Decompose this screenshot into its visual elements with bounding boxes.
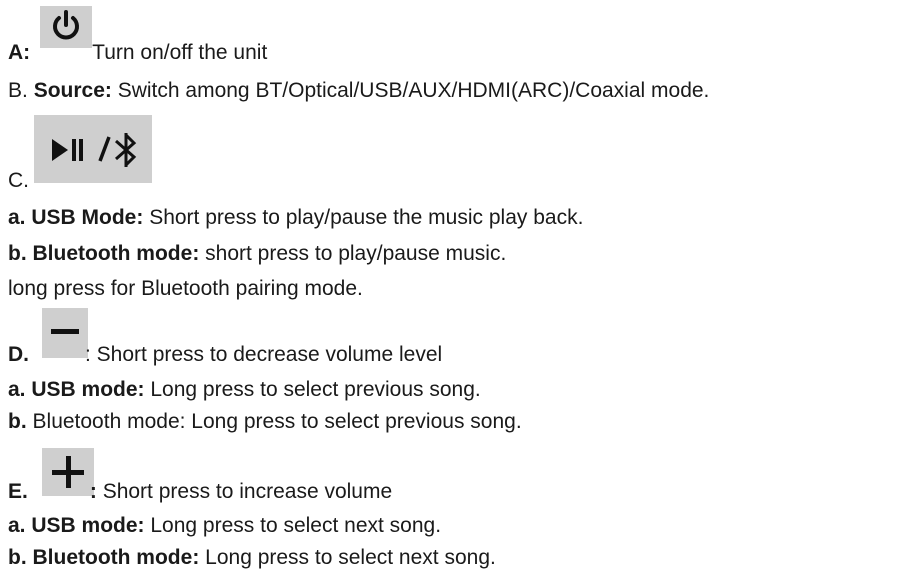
- section-b-prefix: B.: [8, 79, 28, 102]
- section-b-label: Source:: [33, 79, 112, 102]
- section-a-text: Turn on/off the unit: [92, 41, 268, 64]
- section-b-text: Switch among BT/Optical/USB/AUX/HDMI(ARC…: [117, 79, 710, 102]
- section-e-item-b-label: b. Bluetooth mode:: [8, 546, 200, 569]
- section-d-item-b-text: Bluetooth mode: Long press to select pre…: [32, 410, 522, 433]
- section-e-item-b-text: Long press to select next song.: [205, 546, 496, 569]
- section-d-item-a-text: Long press to select previous song.: [150, 378, 481, 401]
- section-d-prefix: D.: [8, 343, 29, 366]
- section-e-item-a-label: a. USB mode:: [8, 514, 145, 537]
- section-c-line: C.: [8, 169, 29, 193]
- section-c-continuation: long press for Bluetooth pairing mode.: [8, 277, 363, 301]
- section-e-item-a: a. USB mode: Long press to select next s…: [8, 514, 441, 538]
- section-c-item-a-text: Short press to play/pause the music play…: [149, 206, 584, 229]
- section-e-line: E.: Short press to increase volume: [8, 480, 392, 504]
- section-d-text: : Short press to decrease volume level: [85, 343, 443, 366]
- section-c-item-b: b. Bluetooth mode: short press to play/p…: [8, 242, 506, 266]
- section-a-prefix: A:: [8, 41, 31, 64]
- section-d-line: D. : Short press to decrease volume level: [8, 343, 442, 367]
- section-b-line: B. Source: Switch among BT/Optical/USB/A…: [8, 79, 709, 103]
- section-d-item-a: a. USB mode: Long press to select previo…: [8, 378, 481, 402]
- section-c-continuation-text: long press for Bluetooth pairing mode.: [8, 277, 363, 300]
- section-d-item-a-label: a. USB mode:: [8, 378, 145, 401]
- section-e-text: Short press to increase volume: [102, 480, 393, 503]
- section-c-item-b-label: b. Bluetooth mode:: [8, 242, 200, 265]
- section-c-item-b-text: short press to play/pause music.: [205, 242, 507, 265]
- section-d-item-b: b. Bluetooth mode: Long press to select …: [8, 410, 522, 434]
- section-e-item-a-text: Long press to select next song.: [150, 514, 442, 537]
- section-e-prefix: E.: [8, 480, 28, 503]
- section-e-colon: :: [89, 480, 97, 503]
- section-a-line: A: Turn on/off the unit: [8, 41, 267, 65]
- section-d-item-b-label: b.: [8, 410, 27, 433]
- section-c-item-a: a. USB Mode: Short press to play/pause t…: [8, 206, 583, 230]
- section-c-item-a-label: a. USB Mode:: [8, 206, 144, 229]
- play-pause-bluetooth-icon: [34, 115, 152, 183]
- section-c-prefix: C.: [8, 169, 29, 192]
- section-e-item-b: b. Bluetooth mode: Long press to select …: [8, 546, 496, 570]
